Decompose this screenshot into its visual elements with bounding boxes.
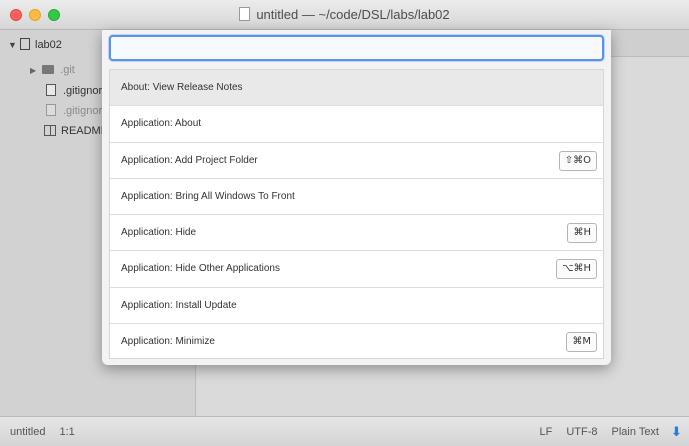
folder-icon	[42, 65, 55, 74]
command-item[interactable]: Application: Install Update	[110, 288, 603, 325]
status-grammar[interactable]: Plain Text	[612, 426, 660, 438]
status-cursor-position[interactable]: 1:1	[59, 426, 74, 438]
window-title: untitled — ~/code/DSL/labs/lab02	[0, 7, 689, 22]
command-item[interactable]: About: View Release Notes	[110, 70, 603, 107]
command-item[interactable]: Application: Add Project Folder ⇧⌘O	[110, 143, 603, 179]
tree-root-lab02[interactable]: ▼ lab02	[8, 38, 62, 51]
tree-item-gitignore-ignored[interactable]: .gitignore	[46, 104, 108, 117]
keyboard-shortcut: ⇧⌘O	[558, 150, 597, 171]
file-icon	[46, 84, 56, 96]
chevron-right-icon: ▶	[30, 66, 37, 75]
keyboard-shortcut: ⌘H	[567, 223, 597, 244]
status-file-name[interactable]: untitled	[10, 426, 45, 438]
tree-item-git[interactable]: ▶ .git	[30, 64, 75, 76]
readme-icon	[44, 125, 56, 136]
tree-item-gitignore[interactable]: .gitignore	[46, 84, 108, 97]
status-line-ending[interactable]: LF	[539, 426, 552, 438]
keyboard-shortcut: ⌥⌘H	[555, 259, 597, 280]
document-icon	[239, 7, 251, 21]
title-bar: untitled — ~/code/DSL/labs/lab02	[0, 0, 689, 30]
command-item[interactable]: Application: Minimize ⌘M	[110, 324, 603, 358]
command-palette-input[interactable]	[109, 35, 604, 61]
command-item[interactable]: Application: Hide Other Applications ⌥⌘H	[110, 251, 603, 288]
status-encoding[interactable]: UTF-8	[566, 426, 597, 438]
command-list: About: View Release Notes Application: A…	[109, 69, 604, 359]
tree-item-readme[interactable]: README	[44, 125, 108, 137]
command-item[interactable]: Application: Bring All Windows To Front	[110, 179, 603, 216]
chevron-down-icon: ▼	[8, 40, 17, 50]
command-palette: About: View Release Notes Application: A…	[102, 30, 611, 365]
status-bar: untitled 1:1 LF UTF-8 Plain Text ⬇	[0, 416, 689, 446]
command-item[interactable]: Application: Hide ⌘H	[110, 215, 603, 252]
repo-icon	[20, 38, 30, 50]
update-available-icon[interactable]: ⬇	[671, 425, 685, 439]
keyboard-shortcut: ⌘M	[566, 332, 597, 353]
command-item[interactable]: Application: About	[110, 106, 603, 143]
file-icon	[46, 104, 56, 116]
